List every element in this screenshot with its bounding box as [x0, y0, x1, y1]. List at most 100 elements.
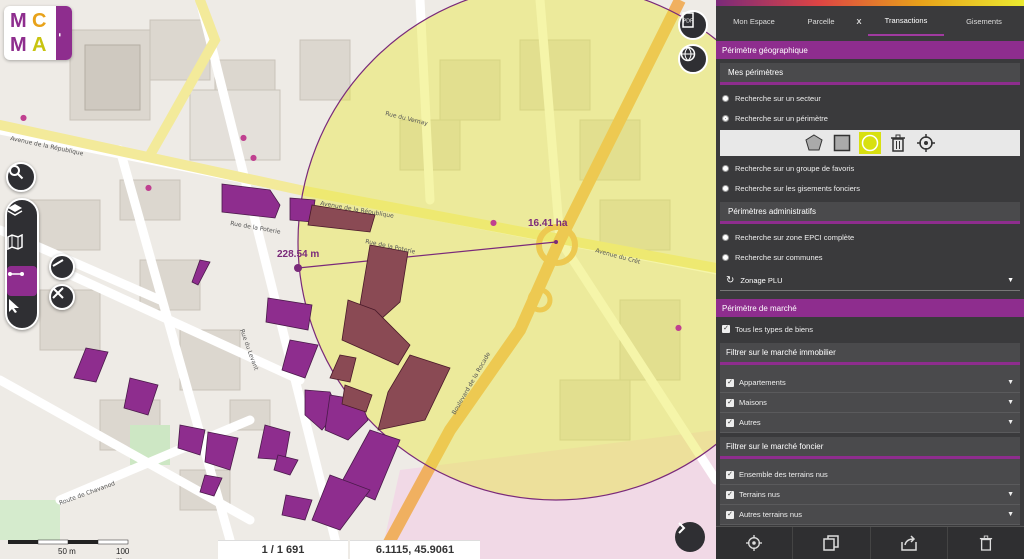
immobilier-header: Filtrer sur le marché immobilier [720, 343, 1020, 365]
app-menu-button[interactable]: ... [56, 6, 72, 60]
geo-header: Périmètre géographique [716, 41, 1024, 59]
radio-button[interactable] [722, 164, 729, 172]
scale-bar: 50 m 100 m [8, 536, 138, 559]
logo-letter: C [32, 10, 47, 32]
rectangle-tool[interactable] [831, 132, 853, 154]
checkbox-ensemble-terrains[interactable]: ✓ Ensemble des terrains nus [720, 465, 1020, 485]
share-button[interactable] [871, 527, 948, 559]
marche-header: Périmètre de marché [716, 299, 1024, 317]
checkbox[interactable]: ✓ [726, 470, 734, 479]
measure-area-button[interactable] [49, 284, 75, 310]
radio-gisements[interactable]: Recherche sur les gisements fonciers [716, 178, 1024, 198]
tab-close[interactable]: X [850, 6, 868, 36]
cursor-icon [9, 299, 19, 313]
feature-count: 1 / 1 691 [218, 540, 348, 559]
locate-button[interactable] [716, 527, 794, 559]
mes-perimetres-header: Mes périmètres [720, 63, 1020, 85]
app-logo[interactable]: M C M A ... [4, 6, 72, 60]
tab-gisements[interactable]: Gisements [944, 6, 1024, 36]
radio-button[interactable] [722, 184, 729, 192]
search-button[interactable] [6, 162, 36, 192]
radio-button[interactable] [722, 94, 729, 102]
radio-button[interactable] [722, 253, 729, 261]
measure-distance-button[interactable] [49, 254, 75, 280]
map-button[interactable] [7, 234, 37, 264]
circle-icon [861, 134, 879, 152]
checkbox[interactable]: ✓ [722, 325, 730, 333]
chevron-down-icon[interactable]: ▼ [1007, 511, 1014, 518]
scale-label-50: 50 m [58, 547, 76, 556]
radio-button[interactable] [722, 114, 729, 122]
chevron-right-icon [678, 522, 686, 534]
checkbox-maisons[interactable]: ✓ Maisons ▼ [720, 393, 1020, 413]
pdf-export-button[interactable]: PDF [678, 10, 708, 40]
checkbox[interactable]: ✓ [726, 510, 734, 519]
checkbox-autres-terrains[interactable]: ✓ Autres terrains nus ▼ [720, 505, 1020, 525]
map-icon [7, 234, 23, 250]
checkbox[interactable]: ✓ [726, 490, 734, 499]
zonage-dropdown[interactable]: ↻ Zonage PLU ▼ [720, 271, 1020, 291]
logo-letter: A [32, 34, 47, 56]
measure-button[interactable] [7, 266, 37, 296]
tab-transactions[interactable]: Transactions [868, 6, 944, 36]
tab-parcelle[interactable]: Parcelle [792, 6, 850, 36]
refresh-icon[interactable]: ↻ [726, 275, 734, 286]
checkbox-label: Autres terrains nus [739, 510, 802, 519]
map-view[interactable]: ● ● ● ● ● ● Avenue de la République Avenue d… [0, 0, 716, 559]
checkbox-appartements[interactable]: ✓ Appartements ▼ [720, 373, 1020, 393]
radio-secteur[interactable]: Recherche sur un secteur [716, 88, 1024, 108]
measure-tool-icon [8, 272, 24, 276]
svg-text:●: ● [240, 133, 247, 142]
copy-button[interactable] [793, 527, 871, 559]
checkbox-tous-types[interactable]: ✓ Tous les types de biens [716, 319, 1024, 339]
svg-text:●: ● [20, 113, 27, 122]
delete-shape-tool[interactable] [887, 132, 909, 154]
tab-mon-espace[interactable]: Mon Espace [716, 6, 792, 36]
radio-label: Recherche sur un groupe de favoris [735, 163, 855, 173]
radio-label: Recherche sur un périmètre [735, 113, 828, 123]
checkbox[interactable]: ✓ [726, 398, 734, 407]
checkbox-label: Ensemble des terrains nus [739, 470, 828, 479]
checkbox-autres[interactable]: ✓ Autres ▼ [720, 413, 1020, 433]
chevron-down-icon[interactable]: ▼ [1007, 399, 1014, 406]
svg-text:●: ● [490, 218, 497, 227]
crosshair-icon [746, 535, 763, 551]
radio-label: Recherche sur un secteur [735, 93, 821, 103]
panel-footer [716, 526, 1024, 559]
layers-button[interactable] [7, 202, 37, 232]
map-toolbar [5, 198, 39, 330]
layers-icon [7, 204, 23, 216]
radio-epci[interactable]: Recherche sur zone EPCI complète [716, 227, 1024, 247]
ruler-icon [52, 259, 64, 267]
chevron-down-icon[interactable]: ▼ [1007, 419, 1014, 426]
circle-tool[interactable] [859, 132, 881, 154]
chevron-down-icon[interactable]: ▼ [1007, 379, 1014, 386]
rectangle-icon [833, 134, 851, 152]
chevron-down-icon: ▼ [1007, 277, 1014, 284]
radio-label: Recherche sur zone EPCI complète [735, 232, 855, 242]
logo-letters: M C M A [4, 6, 56, 60]
radio-perimetre[interactable]: Recherche sur un périmètre [716, 108, 1024, 128]
radio-button[interactable] [722, 233, 729, 241]
checkbox-label: Maisons [739, 398, 767, 407]
polygon-tool[interactable] [803, 132, 825, 154]
checkbox[interactable]: ✓ [726, 418, 734, 427]
trash-icon [891, 134, 905, 152]
checkbox[interactable]: ✓ [726, 378, 734, 387]
logo-letter: M [10, 10, 27, 32]
globe-button[interactable] [678, 44, 708, 74]
radius-label: 228.54 m [277, 249, 320, 260]
next-button[interactable] [675, 522, 705, 552]
radio-communes[interactable]: Recherche sur communes [716, 247, 1024, 267]
svg-text:●: ● [675, 323, 682, 332]
cross-measure-icon [52, 287, 64, 299]
checkbox-terrains-nus[interactable]: ✓ Terrains nus ▼ [720, 485, 1020, 505]
admin-header: Périmètres administratifs [720, 202, 1020, 224]
map-canvas[interactable]: ●●● ●●● Avenue de la République Avenue d… [0, 0, 716, 559]
radio-favoris[interactable]: Recherche sur un groupe de favoris [716, 158, 1024, 178]
locate-tool[interactable] [915, 132, 937, 154]
select-button[interactable] [7, 298, 37, 328]
svg-text:●: ● [145, 183, 152, 192]
delete-button[interactable] [948, 527, 1024, 559]
chevron-down-icon[interactable]: ▼ [1007, 491, 1014, 498]
